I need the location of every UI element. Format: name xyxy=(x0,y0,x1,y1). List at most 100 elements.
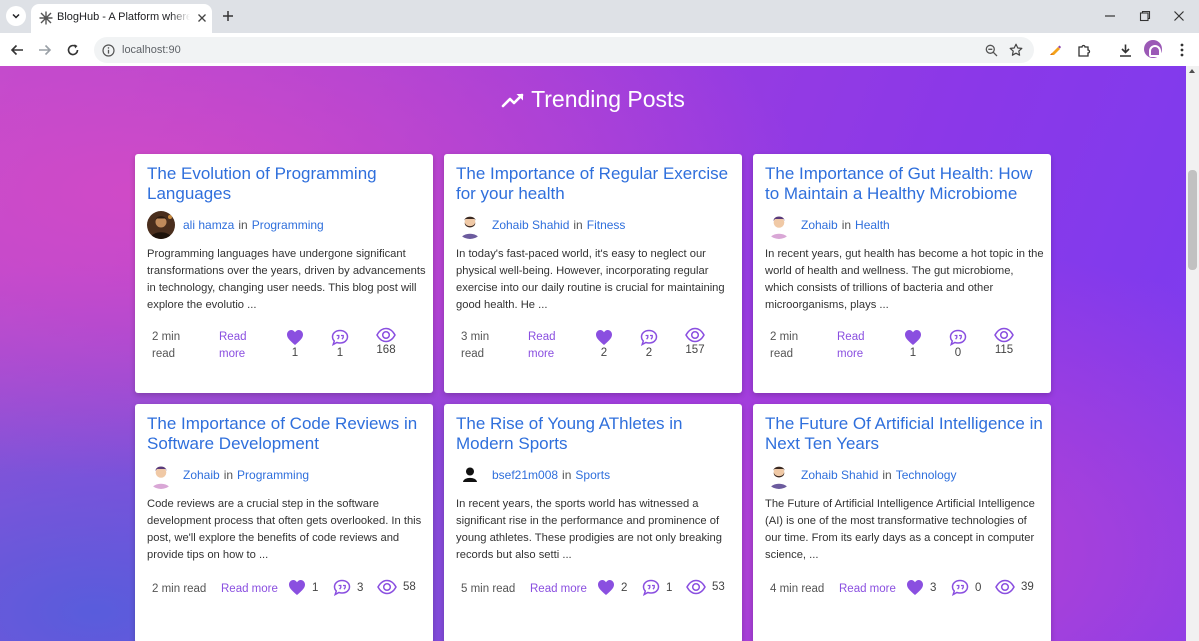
kebab-menu-icon[interactable] xyxy=(1173,41,1191,59)
read-time: 2 min read xyxy=(770,331,799,360)
scroll-up-arrow-icon[interactable] xyxy=(1189,69,1195,73)
post-card[interactable]: The Rise of Young AThletes in Modern Spo… xyxy=(444,404,742,641)
author-link[interactable]: Zohaib xyxy=(183,468,220,482)
comments-stat[interactable]: 0 xyxy=(951,579,981,596)
views-stat: 53 xyxy=(686,579,725,595)
post-card[interactable]: The Importance of Gut Health: How to Mai… xyxy=(753,154,1051,393)
browser-tab-active[interactable]: BlogHub - A Platform where yo xyxy=(31,4,212,33)
views-stat: 58 xyxy=(377,579,416,595)
likes-stat[interactable]: 2 xyxy=(588,329,620,359)
back-arrow-icon[interactable] xyxy=(6,39,28,61)
bookmark-star-icon[interactable] xyxy=(1008,42,1024,58)
post-title-link[interactable]: The Importance of Code Reviews in Softwa… xyxy=(147,414,425,454)
comments-stat[interactable]: 1 xyxy=(642,579,672,596)
author-link[interactable]: bsef21m008 xyxy=(492,468,558,482)
man-avatar xyxy=(147,461,175,489)
post-card[interactable]: The Importance of Regular Exercise for y… xyxy=(444,154,742,393)
read-more-link[interactable]: Read more xyxy=(839,581,896,598)
bearded-man-avatar xyxy=(456,211,484,239)
address-bar[interactable]: localhost:90 xyxy=(94,37,1034,63)
person-silhouette-icon xyxy=(456,461,484,489)
author-row: Zohaib Shahid in Fitness xyxy=(456,211,625,239)
in-word: in xyxy=(882,468,892,482)
post-card[interactable]: The Importance of Code Reviews in Softwa… xyxy=(135,404,433,641)
comments-count: 1 xyxy=(336,347,344,359)
read-more-link[interactable]: Read more xyxy=(219,329,264,363)
pen-extension-icon[interactable] xyxy=(1046,41,1064,59)
post-title-link[interactable]: The Importance of Regular Exercise for y… xyxy=(456,164,734,204)
zoom-out-icon[interactable] xyxy=(983,42,999,58)
close-window-icon[interactable] xyxy=(1164,4,1194,28)
minimize-window-icon[interactable] xyxy=(1095,4,1125,28)
likes-stat[interactable]: 3 xyxy=(906,579,936,596)
read-time: 3 min read xyxy=(461,331,490,360)
in-word: in xyxy=(238,218,248,232)
category-link[interactable]: Sports xyxy=(575,468,610,482)
new-tab-plus-icon[interactable] xyxy=(219,7,237,25)
heart-icon xyxy=(289,580,305,595)
likes-stat[interactable]: 2 xyxy=(597,579,627,596)
comment-quote-icon xyxy=(642,579,660,596)
post-meta: 5 min read Read more 2 1 53 xyxy=(456,578,736,600)
author-row: ali hamza in Programming xyxy=(147,211,324,239)
author-link[interactable]: ali hamza xyxy=(183,218,234,232)
comments-stat[interactable]: 0 xyxy=(942,329,974,359)
download-icon[interactable] xyxy=(1116,41,1134,59)
restore-window-icon[interactable] xyxy=(1130,4,1160,28)
trending-posts-heading: Trending Posts xyxy=(0,86,1186,113)
category-link[interactable]: Programming xyxy=(237,468,309,482)
views-stat: 157 xyxy=(679,327,711,356)
read-more-link[interactable]: Read more xyxy=(221,581,278,598)
in-word: in xyxy=(841,218,852,232)
tab-search-button[interactable] xyxy=(6,6,26,26)
forward-arrow-icon[interactable] xyxy=(34,39,56,61)
post-meta: 2 min read Read more 1 1 168 xyxy=(147,327,427,369)
likes-count: 1 xyxy=(291,347,299,359)
browser-toolbar: localhost:90 xyxy=(0,33,1199,66)
in-word: in xyxy=(562,468,572,482)
author-link[interactable]: Zohaib xyxy=(801,218,838,232)
post-card[interactable]: The Evolution of Programming Languages a… xyxy=(135,154,433,393)
read-more-link[interactable]: Read more xyxy=(530,581,587,598)
post-card[interactable]: The Future Of Artificial Intelligence in… xyxy=(753,404,1051,641)
post-excerpt: In today's fast-paced world, it's easy t… xyxy=(456,248,725,311)
site-info-icon[interactable] xyxy=(100,42,116,58)
likes-stat[interactable]: 1 xyxy=(897,329,929,359)
eye-icon xyxy=(686,579,706,595)
reload-icon[interactable] xyxy=(62,39,84,61)
extensions-puzzle-icon[interactable] xyxy=(1075,41,1093,59)
post-title-link[interactable]: The Rise of Young AThletes in Modern Spo… xyxy=(456,414,734,454)
author-link[interactable]: Zohaib Shahid xyxy=(492,218,569,232)
post-excerpt: Programming languages have undergone sig… xyxy=(147,248,426,311)
post-title-link[interactable]: The Importance of Gut Health: How to Mai… xyxy=(765,164,1043,204)
comment-quote-icon xyxy=(333,579,351,596)
page-scrollbar[interactable] xyxy=(1186,66,1199,641)
heart-icon xyxy=(905,330,921,345)
post-title-link[interactable]: The Evolution of Programming Languages xyxy=(147,164,425,204)
scrollbar-thumb[interactable] xyxy=(1188,170,1197,270)
comments-stat[interactable]: 1 xyxy=(324,329,356,359)
likes-stat[interactable]: 1 xyxy=(288,579,318,596)
read-more-link[interactable]: Read more xyxy=(837,329,882,363)
close-tab-icon[interactable] xyxy=(195,11,209,25)
category-link[interactable]: Health xyxy=(855,218,890,232)
read-more-link[interactable]: Read more xyxy=(528,329,573,363)
category-link[interactable]: Fitness xyxy=(587,218,626,232)
post-excerpt: In recent years, the sports world has wi… xyxy=(456,498,722,561)
author-row: Zohaib Shahid in Technology xyxy=(765,461,956,489)
likes-stat[interactable]: 1 xyxy=(279,329,311,359)
bearded-man-avatar xyxy=(765,461,793,489)
category-link[interactable]: Programming xyxy=(252,218,324,232)
eye-icon xyxy=(995,579,1015,595)
in-word: in xyxy=(573,218,583,232)
photo-avatar xyxy=(147,211,175,239)
post-excerpt: In recent years, gut health has become a… xyxy=(765,248,1044,311)
comments-stat[interactable]: 2 xyxy=(633,329,665,359)
author-link[interactable]: Zohaib Shahid xyxy=(801,468,878,482)
views-count: 157 xyxy=(685,344,705,356)
post-excerpt: The Future of Artificial Intelligence Ar… xyxy=(765,498,1035,561)
category-link[interactable]: Technology xyxy=(896,468,957,482)
post-title-link[interactable]: The Future Of Artificial Intelligence in… xyxy=(765,414,1043,454)
comments-stat[interactable]: 3 xyxy=(333,579,363,596)
profile-avatar[interactable] xyxy=(1144,40,1162,58)
